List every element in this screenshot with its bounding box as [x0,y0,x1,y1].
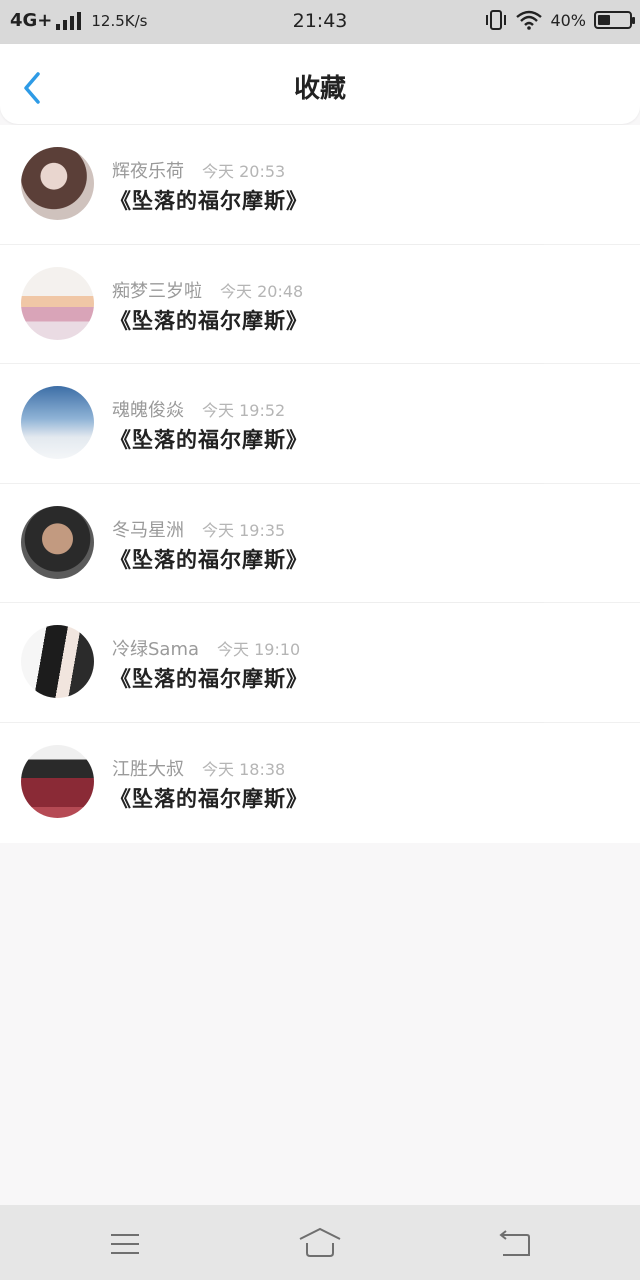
battery-fill [598,15,610,25]
item-meta: 冬马星洲 今天 19:35 [112,516,285,542]
timestamp: 今天 20:53 [202,162,286,181]
timestamp: 今天 19:35 [202,520,286,540]
battery-percent: 40% [550,10,586,30]
avatar[interactable] [21,386,94,460]
menu-button[interactable] [103,1223,147,1263]
book-title[interactable]: 《坠落的福尔摩斯》 [110,185,308,215]
navigation-bar [0,1205,640,1280]
avatar[interactable] [21,147,94,220]
return-icon [499,1230,530,1256]
list-item[interactable]: 冷绿Sama 今天 19:10 《坠落的福尔摩斯》 [0,603,640,723]
item-meta: 江胜大叔 今天 18:38 [112,755,285,781]
battery-icon [594,11,635,29]
avatar[interactable] [21,744,94,818]
user-name[interactable]: 江胜大叔 [112,755,184,781]
favorites-list: 辉夜乐荷 今天 20:53 《坠落的福尔摩斯》 痴梦三岁啦 今天 20:48 《… [0,125,640,843]
timestamp: 今天 18:38 [202,759,286,779]
avatar[interactable] [21,505,94,579]
book-title[interactable]: 《坠落的福尔摩斯》 [110,663,308,693]
list-item[interactable]: 痴梦三岁啦 今天 20:48 《坠落的福尔摩斯》 [0,245,640,365]
user-name[interactable]: 冬马星洲 [112,516,184,542]
menu-icon [111,1234,139,1254]
wifi-icon [516,10,543,30]
list-item[interactable]: 辉夜乐荷 今天 20:53 《坠落的福尔摩斯》 [0,125,640,245]
favorites-screen: 4G+ 12.5K/s 21:43 40% 收藏 辉夜乐荷 今天 20:53 《… [0,0,640,1280]
user-name[interactable]: 痴梦三岁啦 [112,277,202,303]
book-title[interactable]: 《坠落的福尔摩斯》 [110,783,308,813]
home-button[interactable] [298,1223,342,1263]
item-meta: 魂魄俊焱 今天 19:52 [112,396,285,422]
timestamp: 今天 19:10 [217,640,301,660]
user-name[interactable]: 辉夜乐荷 [112,157,184,183]
list-item[interactable]: 江胜大叔 今天 18:38 《坠落的福尔摩斯》 [0,723,640,843]
timestamp: 今天 19:52 [202,401,286,421]
book-title[interactable]: 《坠落的福尔摩斯》 [110,544,308,574]
item-meta: 痴梦三岁啦 今天 20:48 [112,277,303,303]
user-name[interactable]: 魂魄俊焱 [112,396,184,422]
user-name[interactable]: 冷绿Sama [112,635,199,661]
home-icon [299,1227,341,1257]
list-item[interactable]: 魂魄俊焱 今天 19:52 《坠落的福尔摩斯》 [0,364,640,484]
item-meta: 冷绿Sama 今天 19:10 [112,635,300,661]
page-title: 收藏 [293,74,346,104]
vibrate-icon [486,10,507,30]
status-bar: 4G+ 12.5K/s 21:43 40% [0,0,640,44]
back-nav-button[interactable] [493,1223,537,1263]
item-meta: 辉夜乐荷 今天 20:53 [112,157,285,183]
status-right: 40% [484,9,635,31]
book-title[interactable]: 《坠落的福尔摩斯》 [110,305,308,335]
timestamp: 今天 20:48 [220,281,304,301]
avatar[interactable] [21,625,94,699]
book-title[interactable]: 《坠落的福尔摩斯》 [110,424,308,454]
avatar[interactable] [21,266,94,340]
header: 收藏 [0,44,640,124]
list-item[interactable]: 冬马星洲 今天 19:35 《坠落的福尔摩斯》 [0,484,640,604]
